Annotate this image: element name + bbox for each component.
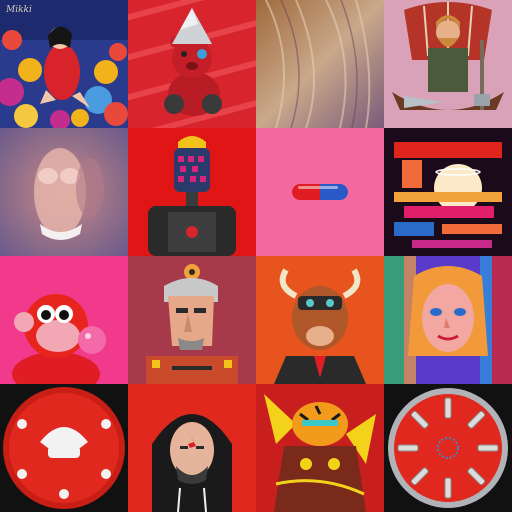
tile-red-bear-foil-hat[interactable] [128,0,256,128]
tile-abstract-brush-texture[interactable] [256,0,384,128]
bull-art [256,256,384,384]
tile-retro-sunset-glitch[interactable] [384,128,512,256]
tile-bolt-hoodie-man[interactable] [128,384,256,512]
tile-radial-screws-disc[interactable] [384,384,512,512]
red-sphere-art [0,384,128,512]
tile-viking-warrior[interactable] [384,0,512,128]
viking-art [384,0,512,128]
brush-texture-art [256,0,384,128]
blurred-figure-art [0,128,128,256]
artist-signature: Mikki [6,5,32,15]
tile-tiger-warrior[interactable] [256,384,384,512]
tile-blurred-figure[interactable] [0,128,128,256]
tile-red-blue-pill[interactable] [256,128,384,256]
psychedelic-portrait-art [384,256,512,384]
tile-robot-bust-dark[interactable] [128,128,256,256]
screws-disc-art [384,384,512,512]
monkey-art [0,256,128,384]
hoodie-man-art [128,384,256,512]
tile-red-sphere-pattern[interactable] [0,384,128,512]
woman-flowers-art [0,0,128,128]
retro-sunset-art [384,128,512,256]
pill-art [256,128,384,256]
tile-monkey-bubblegum[interactable] [0,256,128,384]
red-bear-art [128,0,256,128]
nft-image-grid: Mikki [0,0,512,512]
tiger-art [256,384,384,512]
tile-woman-flowers[interactable]: Mikki [0,0,128,128]
tile-bull-vr-goggles[interactable] [256,256,384,384]
gray-hair-face-art [128,256,256,384]
robot-bust-art [128,128,256,256]
tile-psychedelic-portrait[interactable] [384,256,512,384]
tile-gray-hair-face[interactable] [128,256,256,384]
